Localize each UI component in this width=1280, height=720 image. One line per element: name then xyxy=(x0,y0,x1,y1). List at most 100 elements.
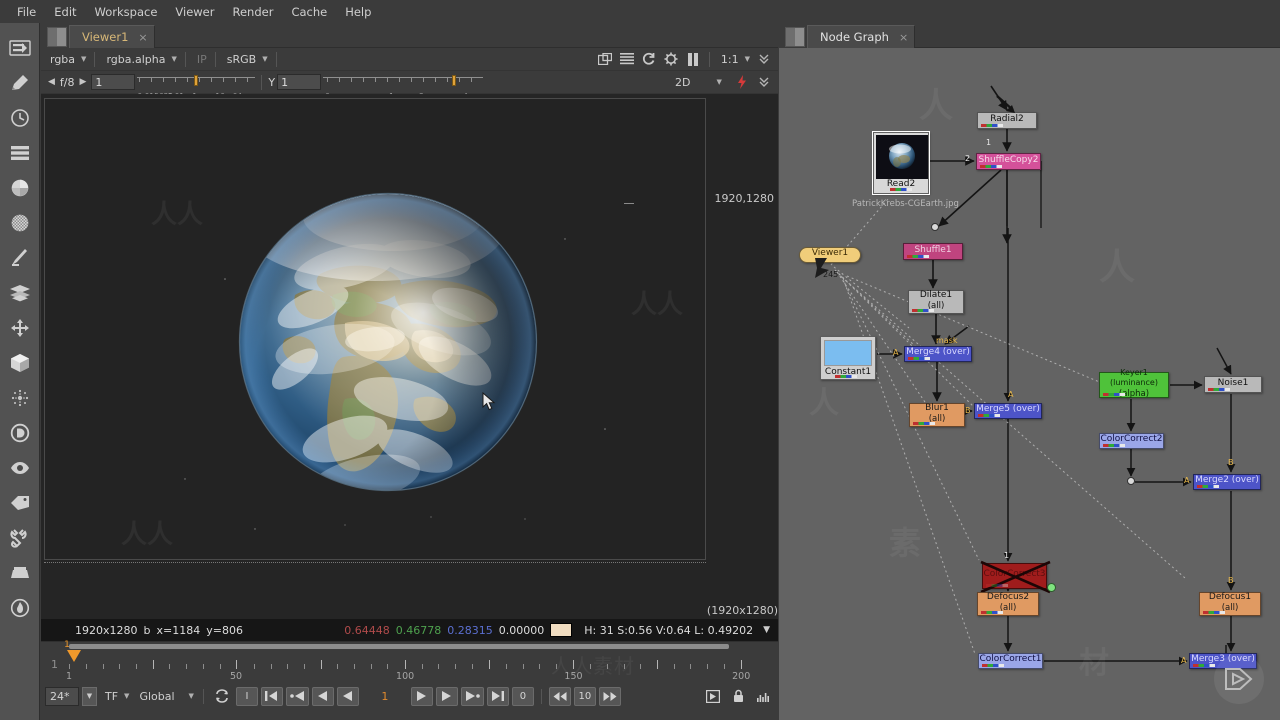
node-noise1[interactable]: Noise1 xyxy=(1204,376,1262,393)
menu-cache[interactable]: Cache xyxy=(282,2,336,22)
step-back-button[interactable] xyxy=(336,686,359,706)
node-keyer1[interactable]: Keyer1 (luminance) (alpha) xyxy=(1099,368,1169,399)
filter-icon[interactable] xyxy=(3,206,37,240)
prev-keyframe-button[interactable] xyxy=(285,686,309,706)
deep-icon[interactable] xyxy=(3,416,37,450)
playhead[interactable] xyxy=(67,650,81,662)
viewer-canvas[interactable]: 1920,1280 (1920x1280) 人人 人人 人人 xyxy=(41,94,778,619)
metadata-icon[interactable] xyxy=(3,486,37,520)
menu-render[interactable]: Render xyxy=(223,2,282,22)
layer-selector[interactable]: rgba.alpha ▼ xyxy=(101,51,178,68)
node-constant1[interactable]: Constant1 xyxy=(820,336,876,380)
chevron-down-icon[interactable]: ▼ xyxy=(763,625,770,635)
channel-strip xyxy=(981,611,1003,614)
fullres-icon[interactable] xyxy=(752,687,774,706)
step-forward-button[interactable] xyxy=(410,686,433,706)
clipwarp-icon[interactable] xyxy=(661,50,681,69)
node-merge4[interactable]: Merge4 (over) xyxy=(904,346,972,362)
channel-icon[interactable] xyxy=(3,136,37,170)
colorspace-selector[interactable]: sRGB ▼ xyxy=(222,51,270,68)
last-frame-button[interactable] xyxy=(486,686,509,706)
playback-range-button[interactable] xyxy=(702,687,724,706)
menu-edit[interactable]: Edit xyxy=(45,2,85,22)
view-mode-selector[interactable]: 2D ▼ xyxy=(670,74,730,91)
lock-range-icon[interactable] xyxy=(727,687,749,706)
expand-row-icon[interactable] xyxy=(754,73,774,92)
close-icon[interactable]: × xyxy=(899,31,908,44)
gain-slider[interactable]: 0.015625 0.01 1 10 64 xyxy=(137,74,256,101)
node-read2[interactable]: Read2 xyxy=(872,131,930,195)
node-colorcorrect2[interactable]: ColorCorrect2 xyxy=(1099,433,1164,449)
expand-row-icon[interactable] xyxy=(754,50,774,69)
play-backward-button[interactable] xyxy=(311,686,334,706)
transform-icon[interactable] xyxy=(3,311,37,345)
in-out-field[interactable]: 0 xyxy=(511,686,534,706)
roi-icon[interactable] xyxy=(595,50,615,69)
timeline-ruler[interactable]: 1 1 50 100 150 200 1 人人素材 xyxy=(41,640,778,683)
timeline-scrollbar[interactable] xyxy=(69,644,729,649)
pause-icon[interactable] xyxy=(683,50,703,69)
menu-file[interactable]: File xyxy=(8,2,45,22)
sync-selector[interactable]: Global ▼ xyxy=(134,688,195,705)
node-defocus2[interactable]: Defocus2 (all) xyxy=(977,592,1039,616)
input-process-toggle[interactable]: IP xyxy=(192,51,209,68)
furnace-icon[interactable] xyxy=(3,591,37,625)
other-icon[interactable] xyxy=(3,556,37,590)
node-merge2[interactable]: Merge2 (over) xyxy=(1193,474,1261,490)
gain-input[interactable]: 1 xyxy=(91,74,136,90)
fps-input[interactable]: 24* xyxy=(45,686,79,706)
first-frame-button[interactable] xyxy=(260,686,283,706)
insert-button[interactable]: I xyxy=(235,686,258,706)
merge-icon[interactable] xyxy=(3,276,37,310)
playback-mode-selector[interactable]: TF ▼ xyxy=(100,688,131,705)
3d-icon[interactable] xyxy=(3,346,37,380)
close-icon[interactable]: × xyxy=(138,31,147,44)
skip-forward-button[interactable] xyxy=(598,686,621,706)
color-icon[interactable] xyxy=(3,171,37,205)
gain-slider-handle[interactable] xyxy=(194,75,199,86)
node-blur1[interactable]: Blur1 (all) xyxy=(909,403,965,427)
pane-grip-icon[interactable] xyxy=(47,27,67,47)
node-colorcorrect1[interactable]: ColorCorrect1 xyxy=(978,653,1043,669)
draw-icon[interactable] xyxy=(3,66,37,100)
gain-prev-button[interactable]: ◀ xyxy=(45,77,58,87)
menu-workspace[interactable]: Workspace xyxy=(86,2,167,22)
keyer-icon[interactable] xyxy=(3,241,37,275)
gain-next-button[interactable]: ▶ xyxy=(77,77,90,87)
views-icon[interactable] xyxy=(3,451,37,485)
tab-node-graph[interactable]: Node Graph × xyxy=(807,25,916,48)
current-frame-field[interactable]: 1 xyxy=(362,687,408,706)
fps-dropdown-icon[interactable]: ▼ xyxy=(82,686,97,706)
menu-viewer[interactable]: Viewer xyxy=(166,2,223,22)
node-shuffle1[interactable]: Shuffle1 xyxy=(903,243,963,260)
node-shufflecopy2[interactable]: ShuffleCopy2 xyxy=(976,153,1041,170)
gpu-icon[interactable] xyxy=(732,73,752,92)
image-icon[interactable] xyxy=(3,31,37,65)
zoom-selector[interactable]: 1:1 ▼ xyxy=(716,51,752,68)
node-colorcorrect3-disabled[interactable]: ColorCorrect3 xyxy=(980,560,1051,594)
gamma-slider-handle[interactable] xyxy=(452,75,457,86)
node-defocus1[interactable]: Defocus1 (all) xyxy=(1199,592,1261,616)
node-dilate1[interactable]: Dilate1 (all) xyxy=(908,290,964,314)
tab-viewer1[interactable]: Viewer1 × xyxy=(69,25,155,48)
time-icon[interactable] xyxy=(3,101,37,135)
node-graph-canvas[interactable]: Radial2 Read2 PatrickKrebs-CGEarth.jpg S… xyxy=(779,48,1280,720)
gamma-slider[interactable]: 0 1 2 4 xyxy=(323,74,484,101)
increment-field[interactable]: 10 xyxy=(573,686,596,706)
pane-grip-icon[interactable] xyxy=(785,27,805,47)
next-keyframe-button[interactable] xyxy=(460,686,484,706)
loop-button[interactable] xyxy=(211,687,233,706)
channel-selector[interactable]: rgba ▼ xyxy=(45,51,88,68)
gamma-input[interactable]: 1 xyxy=(277,74,322,90)
play-forward-button[interactable] xyxy=(435,686,458,706)
dot-node[interactable] xyxy=(1127,477,1135,485)
dot-node[interactable] xyxy=(931,223,939,231)
toolsets-icon[interactable] xyxy=(3,521,37,555)
refresh-icon[interactable] xyxy=(639,50,659,69)
list-icon[interactable] xyxy=(617,50,637,69)
menu-help[interactable]: Help xyxy=(336,2,380,22)
node-merge5[interactable]: Merge5 (over) xyxy=(974,403,1042,419)
skip-back-button[interactable] xyxy=(548,686,571,706)
node-radial2[interactable]: Radial2 xyxy=(977,112,1037,129)
particles-icon[interactable] xyxy=(3,381,37,415)
